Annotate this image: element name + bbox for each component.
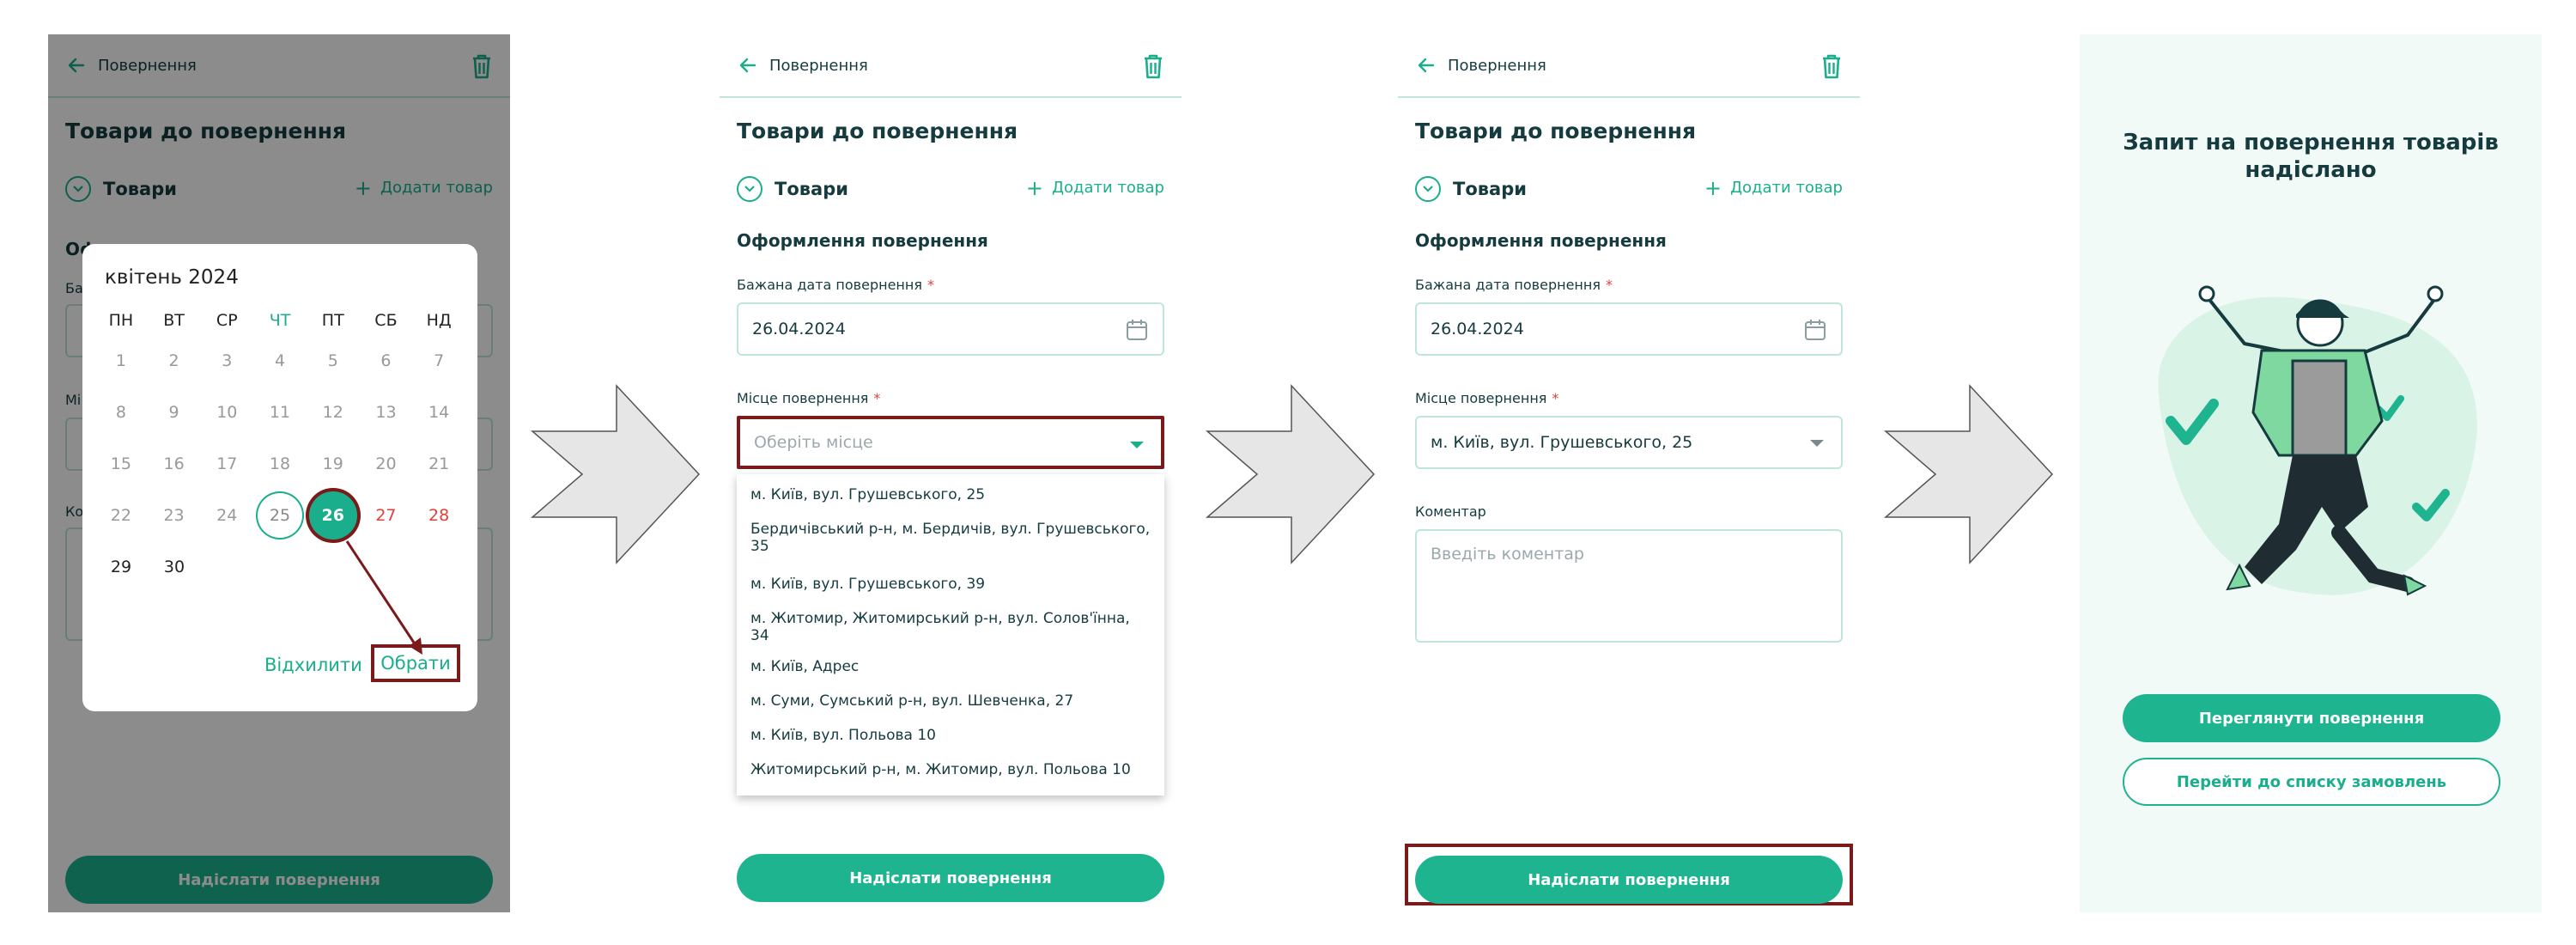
header: Повернення xyxy=(1398,34,1860,98)
section-title: Оформлення повернення xyxy=(737,230,988,251)
place-placeholder: Оберіть місце xyxy=(754,433,873,452)
dropdown-option[interactable]: м. Київ, Адрес xyxy=(737,651,1164,686)
required-mark: * xyxy=(1605,277,1613,293)
header: Повернення xyxy=(720,34,1182,98)
chevron-down-icon[interactable] xyxy=(1415,176,1441,202)
goods-row[interactable]: Товари + Додати товар xyxy=(1415,172,1843,206)
date-label: Бажана дата повернення * xyxy=(1415,277,1613,293)
send-return-button[interactable]: Надіслати повернення xyxy=(737,854,1164,902)
required-mark: * xyxy=(1552,390,1559,406)
screen-filled-form: Повернення Товари до повернення Товари +… xyxy=(1398,34,1860,912)
dropdown-option[interactable]: м. Суми, Сумський р-н, вул. Шевченка, 27 xyxy=(737,686,1164,720)
add-goods-button[interactable]: + Додати товар xyxy=(1025,175,1164,200)
place-select[interactable]: Оберіть місце xyxy=(737,416,1164,469)
dropdown-option[interactable]: м. Житомир, Житомирський р-н, вул. Солов… xyxy=(737,603,1164,651)
header-title: Повернення xyxy=(769,56,868,75)
date-value: 26.04.2024 xyxy=(752,320,846,338)
date-field[interactable]: 26.04.2024 xyxy=(737,302,1164,356)
place-label-text: Місце повернення xyxy=(1415,390,1547,406)
screen-calendar: Повернення Товари до повернення Товари +… xyxy=(48,34,510,912)
add-goods-button[interactable]: + Додати товар xyxy=(1704,175,1843,200)
back-arrow-icon[interactable] xyxy=(1413,52,1439,78)
add-goods-label: Додати товар xyxy=(1051,179,1164,197)
required-mark: * xyxy=(927,277,934,293)
section-title: Оформлення повернення xyxy=(1415,230,1667,251)
goods-label: Товари xyxy=(1453,179,1527,199)
back-arrow-icon[interactable] xyxy=(735,52,761,78)
date-label: Бажана дата повернення * xyxy=(737,277,934,293)
calendar-icon[interactable] xyxy=(1125,318,1149,342)
success-title: Запит на повернення товарів надіслано xyxy=(2123,130,2499,183)
dropdown-option[interactable]: м. Київ, вул. Грушевського, 25 xyxy=(737,479,1164,514)
jumping-person-illustration-icon xyxy=(2158,285,2477,596)
date-label-text: Бажана дата повернення xyxy=(1415,277,1601,293)
screen-success: Запит на повернення товарів надіслано Пе… xyxy=(2080,34,2542,912)
dropdown-caret-icon xyxy=(1810,440,1824,447)
annotation-arrow-icon xyxy=(345,540,422,655)
plus-icon: + xyxy=(1704,175,1722,200)
goods-label: Товари xyxy=(775,179,848,199)
comment-label: Коментар xyxy=(1415,503,1486,520)
dropdown-caret-icon xyxy=(1130,442,1144,448)
trash-icon[interactable] xyxy=(1819,52,1844,81)
dropdown-option[interactable]: Житомирський р-н, м. Житомир, вул. Польо… xyxy=(737,754,1164,789)
calendar-icon[interactable] xyxy=(1803,318,1827,342)
dropdown-option[interactable]: Бердичівський р-н, м. Бердичів, вул. Гру… xyxy=(737,514,1164,569)
place-value: м. Київ, вул. Грушевського, 25 xyxy=(1431,433,1693,452)
view-return-button[interactable]: Переглянути повернення xyxy=(2123,694,2500,742)
place-select[interactable]: м. Київ, вул. Грушевського, 25 xyxy=(1415,416,1843,469)
dropdown-option[interactable]: м. Київ, вул. Грушевського, 39 xyxy=(737,569,1164,603)
trash-icon[interactable] xyxy=(1140,52,1166,81)
dropdown-option[interactable]: м. Київ, вул. Польова 10 xyxy=(737,720,1164,754)
header-title: Повернення xyxy=(1448,56,1546,75)
flow-arrow-icon xyxy=(531,384,701,564)
send-return-button[interactable]: Надіслати повернення xyxy=(1415,856,1843,904)
screen-place-dropdown: Повернення Товари до повернення Товари +… xyxy=(720,34,1182,912)
add-goods-label: Додати товар xyxy=(1729,179,1843,197)
place-dropdown-list: м. Київ, вул. Грушевського, 25 Бердичівс… xyxy=(737,474,1164,796)
plus-icon: + xyxy=(1025,175,1043,200)
date-label-text: Бажана дата повернення xyxy=(737,277,922,293)
place-label-text: Місце повернення xyxy=(737,390,869,406)
required-mark: * xyxy=(873,390,881,406)
date-field[interactable]: 26.04.2024 xyxy=(1415,302,1843,356)
flow-arrow-icon xyxy=(1884,384,2054,564)
page-title: Товари до повернення xyxy=(737,119,1018,143)
place-label: Місце повернення * xyxy=(737,390,880,406)
date-value: 26.04.2024 xyxy=(1431,320,1524,338)
comment-field[interactable]: Введіть коментар xyxy=(1415,529,1843,643)
place-label: Місце повернення * xyxy=(1415,390,1558,406)
goods-row[interactable]: Товари + Додати товар xyxy=(737,172,1164,206)
orders-list-button[interactable]: Перейти до списку замовлень xyxy=(2123,758,2500,806)
page-title: Товари до повернення xyxy=(1415,119,1697,143)
flow-arrow-icon xyxy=(1206,384,1376,564)
chevron-down-icon[interactable] xyxy=(737,176,762,202)
